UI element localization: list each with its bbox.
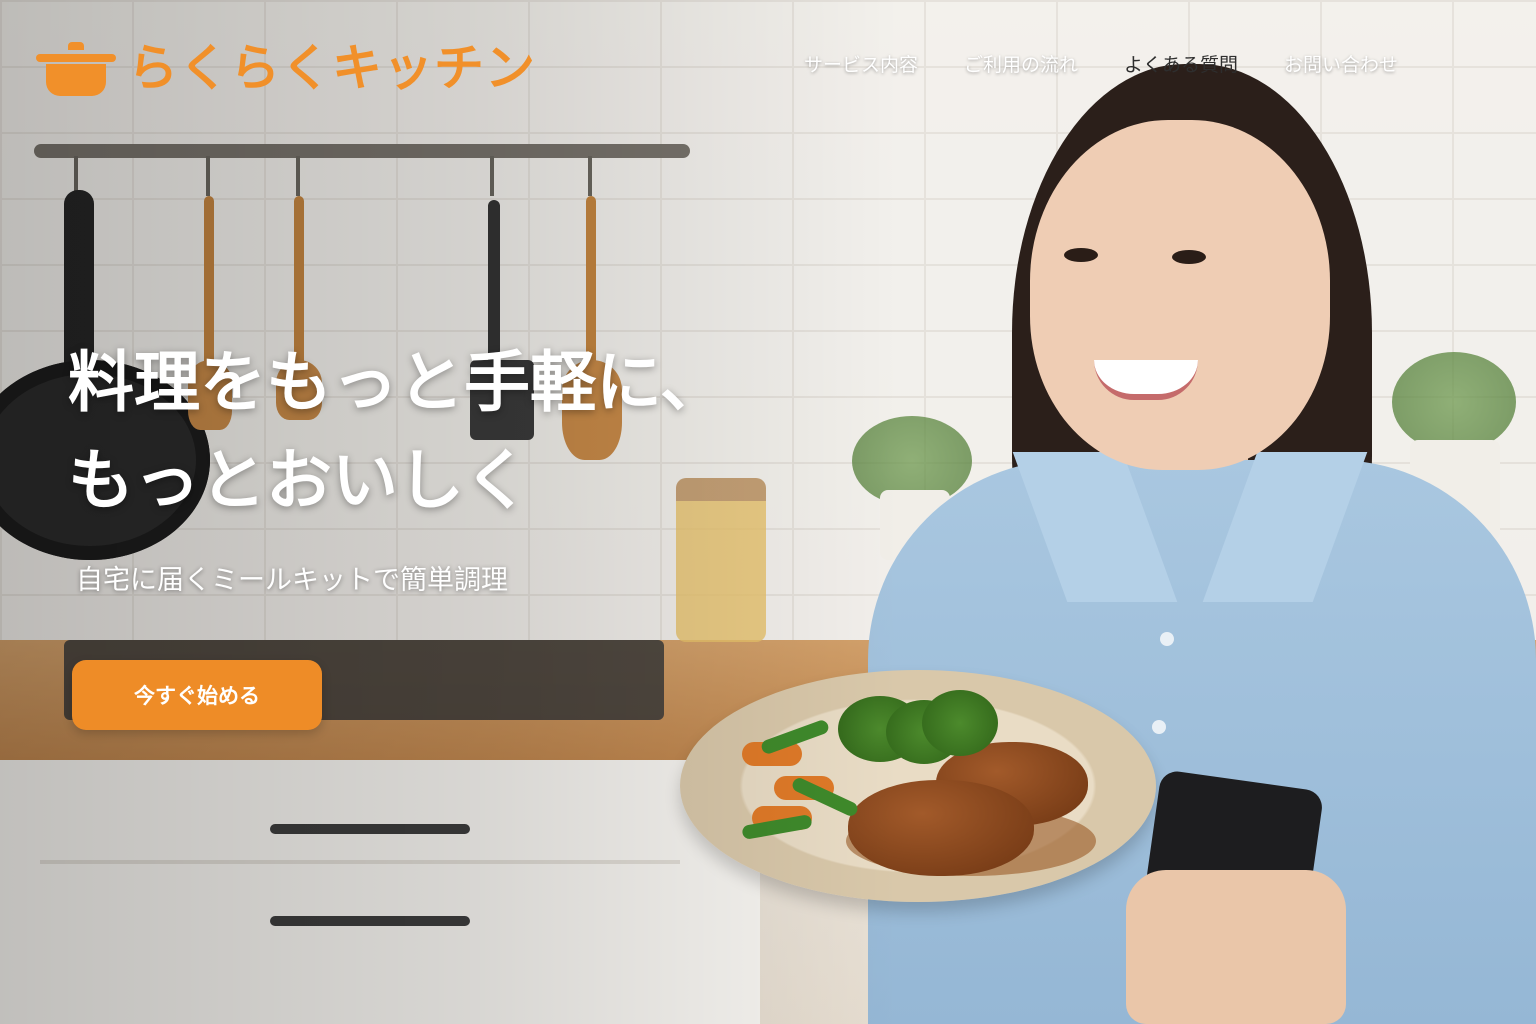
- pot-icon: [36, 36, 116, 100]
- brand-name: らくらくキッチン: [128, 39, 536, 97]
- shirt-button: [1160, 632, 1174, 646]
- shirt-button: [1152, 720, 1166, 734]
- hero-headline-line1: 料理をもっと手軽に、: [68, 344, 727, 421]
- hero-subheadline: 自宅に届くミールキットで簡単調理: [76, 565, 508, 596]
- nav-link-faq[interactable]: よくある質問: [1124, 50, 1238, 77]
- pot-lid-knob: [68, 42, 84, 50]
- main-nav: サービス内容 ご利用の流れ よくある質問 お問い合わせ: [804, 50, 1398, 77]
- site-header: らくらくキッチン サービス内容 ご利用の流れ よくある質問 お問い合わせ: [0, 0, 1536, 130]
- nav-link-contact[interactable]: お問い合わせ: [1284, 50, 1398, 77]
- nav-link-service[interactable]: サービス内容: [804, 50, 918, 77]
- broccoli: [922, 690, 998, 756]
- woman-eye: [1172, 250, 1206, 264]
- herb-plant: [1392, 352, 1516, 452]
- pot-body: [46, 64, 106, 96]
- hero-headline-line2: もっとおいしく: [68, 442, 530, 519]
- hero-headline: 料理をもっと手軽に、 もっとおいしく: [68, 334, 868, 530]
- woman-eye: [1064, 248, 1098, 262]
- woman-face: [1030, 120, 1330, 470]
- pot-lid: [36, 54, 116, 62]
- hero-section: 料理をもっと手軽に、 もっとおいしく 自宅に届くミールキットで簡単調理: [68, 334, 868, 597]
- brand-logo[interactable]: らくらくキッチン: [36, 36, 536, 100]
- start-now-button[interactable]: 今すぐ始める: [72, 660, 322, 730]
- woman-hand: [1126, 870, 1346, 1024]
- nav-link-flow[interactable]: ご利用の流れ: [964, 50, 1078, 77]
